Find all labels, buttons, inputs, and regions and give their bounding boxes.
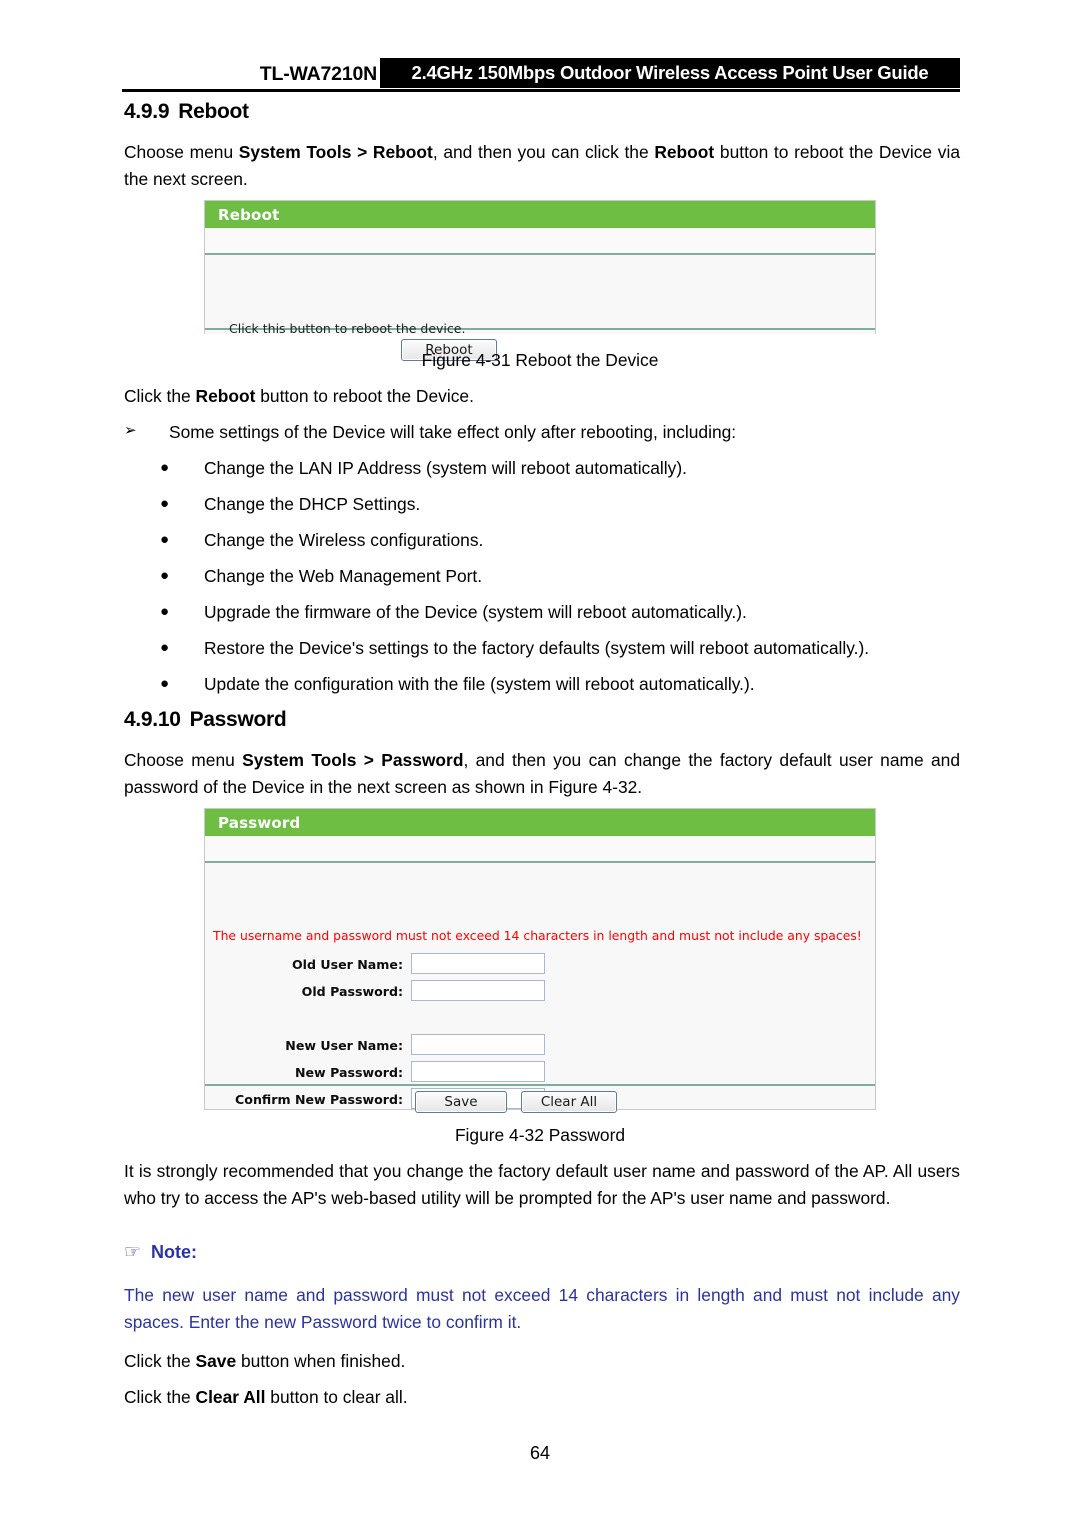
reboot-arrow-item: ➢ Some settings of the Device will take … — [124, 419, 960, 445]
click-clear-text-2: button to clear all. — [265, 1387, 408, 1407]
round-bullet-icon: ● — [160, 459, 170, 476]
click-save-text-2: button when finished. — [236, 1351, 406, 1371]
new-password-input[interactable] — [411, 1061, 545, 1082]
list-item-label: Change the DHCP Settings. — [204, 494, 421, 514]
list-item-label: Restore the Device's settings to the fac… — [204, 638, 870, 658]
field-row-new-user-name: New User Name: — [205, 1032, 877, 1059]
reboot-panel-body: Click this button to reboot the device. … — [205, 255, 875, 361]
reboot-panel-subbar — [205, 228, 875, 255]
reboot-intro-paragraph: Choose menu System Tools > Reboot, and t… — [124, 139, 960, 192]
round-bullet-icon: ● — [160, 639, 170, 656]
password-panel-subbar — [205, 836, 875, 863]
list-item: ● Restore the Device's settings to the f… — [160, 635, 970, 661]
list-item-label: Change the Wireless configurations. — [204, 530, 484, 550]
old-password-label: Old Password: — [301, 984, 403, 999]
password-warning-text: The username and password must not excee… — [213, 928, 862, 943]
section-title-reboot: Reboot — [178, 100, 249, 123]
list-item: ● Change the Wireless configurations. — [160, 527, 970, 553]
section-number-reboot: 4.9.9 — [124, 100, 170, 123]
list-item: ● Change the DHCP Settings. — [160, 491, 970, 517]
round-bullet-icon: ● — [160, 531, 170, 548]
list-item: ● Upgrade the firmware of the Device (sy… — [160, 599, 970, 625]
click-save-paragraph: Click the Save button when finished. — [124, 1348, 960, 1375]
click-save-button-name: Save — [195, 1351, 237, 1371]
arrow-bullet-icon: ➢ — [124, 422, 137, 439]
field-row-old-password: Old Password: — [205, 978, 877, 1005]
reboot-intro-menu-path: System Tools > Reboot — [238, 142, 433, 162]
field-row-new-password: New Password: — [205, 1059, 877, 1086]
new-user-name-label: New User Name: — [285, 1038, 403, 1053]
section-number-password: 4.9.10 — [124, 708, 181, 731]
pointing-hand-icon: ☞ — [124, 1241, 142, 1263]
old-password-input[interactable] — [411, 980, 545, 1001]
new-user-name-input[interactable] — [411, 1034, 545, 1055]
reboot-intro-text-1: Choose menu — [124, 142, 239, 162]
reboot-panel-title: Reboot — [205, 201, 875, 228]
section-heading-password: 4.9.10 Password — [124, 708, 287, 732]
click-clear-text-1: Click the — [124, 1387, 196, 1407]
password-recommendation-paragraph: It is strongly recommended that you chan… — [124, 1161, 960, 1208]
list-item: ● Change the LAN IP Address (system will… — [160, 455, 970, 481]
password-panel-title: Password — [205, 809, 875, 836]
section-title-password: Password — [189, 708, 287, 731]
password-screenshot-panel: Password The username and password must … — [204, 808, 876, 1113]
header-title-banner: 2.4GHz 150Mbps Outdoor Wireless Access P… — [380, 58, 960, 88]
reboot-after-button-name: Reboot — [195, 386, 256, 406]
list-item-label: Upgrade the firmware of the Device (syst… — [204, 602, 747, 622]
password-button-bar: Save Clear All — [205, 1084, 875, 1113]
list-item: ● Update the configuration with the file… — [160, 671, 970, 697]
password-intro-paragraph: Choose menu System Tools > Password, and… — [124, 747, 960, 800]
reboot-hint-text: Click this button to reboot the device. — [229, 321, 466, 336]
round-bullet-icon: ● — [160, 603, 170, 620]
field-row-old-user-name: Old User Name: — [205, 951, 877, 978]
list-item-label: Change the LAN IP Address (system will r… — [204, 458, 687, 478]
click-save-text-1: Click the — [124, 1351, 196, 1371]
reboot-intro-button-name: Reboot — [654, 142, 715, 162]
reboot-after-text-2: button to reboot the Device. — [255, 386, 474, 406]
figure-caption-4-32: Figure 4-32 Password — [454, 1125, 626, 1145]
note-body-text: The new user name and password must not … — [124, 1285, 960, 1332]
round-bullet-icon: ● — [160, 495, 170, 512]
click-clear-button-name: Clear All — [195, 1387, 266, 1407]
page-number: 64 — [529, 1443, 551, 1463]
reboot-after-paragraph: Click the Reboot button to reboot the De… — [124, 383, 960, 410]
old-user-name-input[interactable] — [411, 953, 545, 974]
new-password-label: New Password: — [294, 1065, 403, 1080]
clear-all-button[interactable]: Clear All — [521, 1091, 617, 1113]
round-bullet-icon: ● — [160, 567, 170, 584]
section-heading-reboot: 4.9.9 Reboot — [124, 100, 249, 124]
reboot-screenshot-panel: Reboot Click this button to reboot the d… — [204, 200, 876, 361]
header-model-name: TL-WA7210N — [259, 63, 377, 85]
reboot-arrow-item-label: Some settings of the Device will take ef… — [169, 422, 737, 442]
click-clear-paragraph: Click the Clear All button to clear all. — [124, 1384, 960, 1411]
document-page: TL-WA7210N 2.4GHz 150Mbps Outdoor Wirele… — [0, 0, 1080, 1527]
figure-caption-4-31: Figure 4-31 Reboot the Device — [421, 350, 659, 370]
list-item: ● Change the Web Management Port. — [160, 563, 970, 589]
list-item-label: Update the configuration with the file (… — [204, 674, 755, 694]
header-rule — [122, 89, 960, 92]
note-label: Note: — [151, 1242, 198, 1262]
password-intro-menu-path: System Tools > Password — [242, 750, 464, 770]
round-bullet-icon: ● — [160, 675, 170, 692]
note-heading: ☞ Note: — [124, 1241, 197, 1263]
old-user-name-label: Old User Name: — [291, 957, 403, 972]
password-panel-body: The username and password must not excee… — [205, 863, 875, 1109]
reboot-after-text-1: Click the — [124, 386, 196, 406]
save-button[interactable]: Save — [415, 1091, 507, 1113]
password-intro-text-1: Choose menu — [124, 750, 243, 770]
list-item-label: Change the Web Management Port. — [204, 566, 483, 586]
reboot-intro-text-2: , and then you can click the — [432, 142, 655, 162]
running-header: TL-WA7210N 2.4GHz 150Mbps Outdoor Wirele… — [122, 58, 960, 92]
